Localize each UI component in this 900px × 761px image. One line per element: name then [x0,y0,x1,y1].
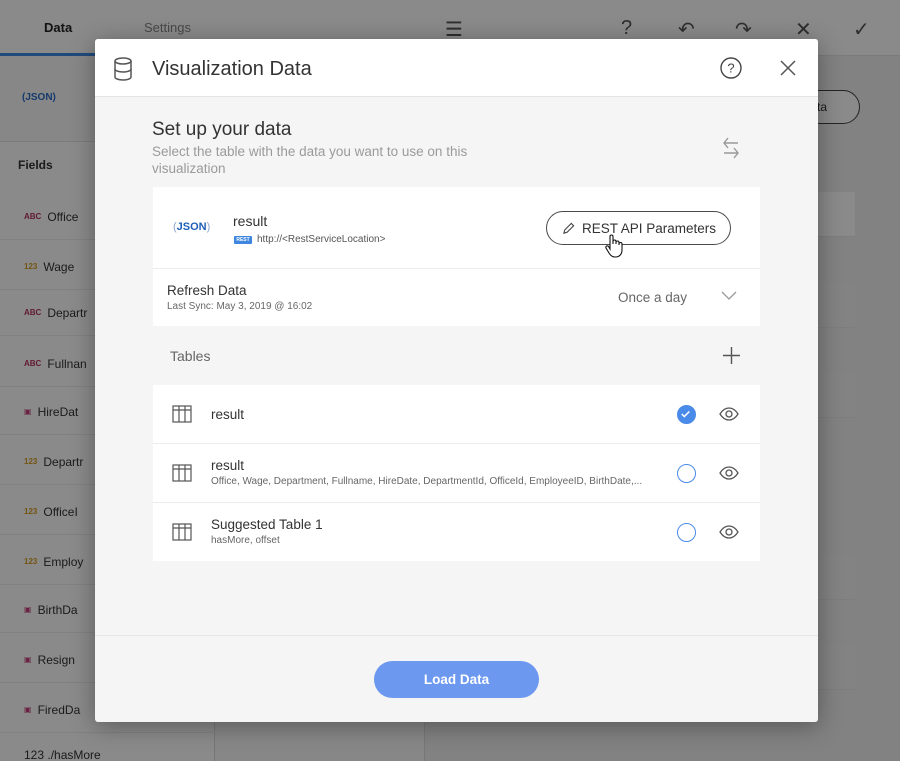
dialog-title: Visualization Data [152,58,312,80]
eye-icon[interactable] [719,466,739,480]
rest-api-parameters-button[interactable]: REST API Parameters [546,211,731,245]
svg-text:?: ? [727,61,734,76]
table-name: result [211,458,245,473]
json-badge: (JSON) [173,221,211,233]
last-sync-text: Last Sync: May 3, 2019 @ 16:02 [167,301,313,312]
rest-tag: REST [234,236,252,244]
table-columns: Office, Wage, Department, Fullname, Hire… [211,476,643,487]
pencil-icon [563,222,575,234]
setup-subtitle: Select the table with the data you want … [152,144,468,176]
divider [153,268,760,269]
table-row[interactable]: result [153,385,760,443]
footer-divider [95,635,818,636]
hand-cursor-icon [605,234,623,258]
load-data-button[interactable]: Load Data [374,661,539,698]
source-name: result [233,213,268,229]
setup-title: Set up your data [152,119,292,140]
refresh-frequency-select[interactable]: Once a day [618,290,687,305]
help-icon[interactable]: ? [720,57,742,79]
close-icon[interactable] [779,59,797,77]
table-name: result [211,407,245,422]
table-icon [172,405,192,423]
tables-label: Tables [170,348,211,364]
eye-icon[interactable] [719,407,739,421]
refresh-data-title: Refresh Data [167,283,247,298]
chevron-down-icon[interactable] [721,291,737,301]
eye-icon[interactable] [719,525,739,539]
add-table-icon[interactable] [723,347,740,364]
table-row[interactable]: result Office, Wage, Department, Fullnam… [153,444,760,502]
dialog-header: Visualization Data ? [95,39,818,97]
check-icon [681,410,690,418]
table-icon [172,464,192,482]
source-url: http://<RestServiceLocation> [257,234,386,245]
database-icon [114,57,132,81]
table-row[interactable]: Suggested Table 1 hasMore, offset [153,503,760,561]
table-columns: hasMore, offset [211,535,280,546]
table-select-radio[interactable] [677,523,696,542]
table-name: Suggested Table 1 [211,517,323,532]
table-select-radio[interactable] [677,405,696,424]
tables-card: result result Office, Wage, Department, … [153,385,760,561]
table-icon [172,523,192,541]
table-select-radio[interactable] [677,464,696,483]
data-source-card: (JSON) result REST http://<RestServiceLo… [153,187,760,326]
swap-icon[interactable] [721,135,741,161]
visualization-data-dialog: Visualization Data ? Set up your data Se… [95,39,818,722]
